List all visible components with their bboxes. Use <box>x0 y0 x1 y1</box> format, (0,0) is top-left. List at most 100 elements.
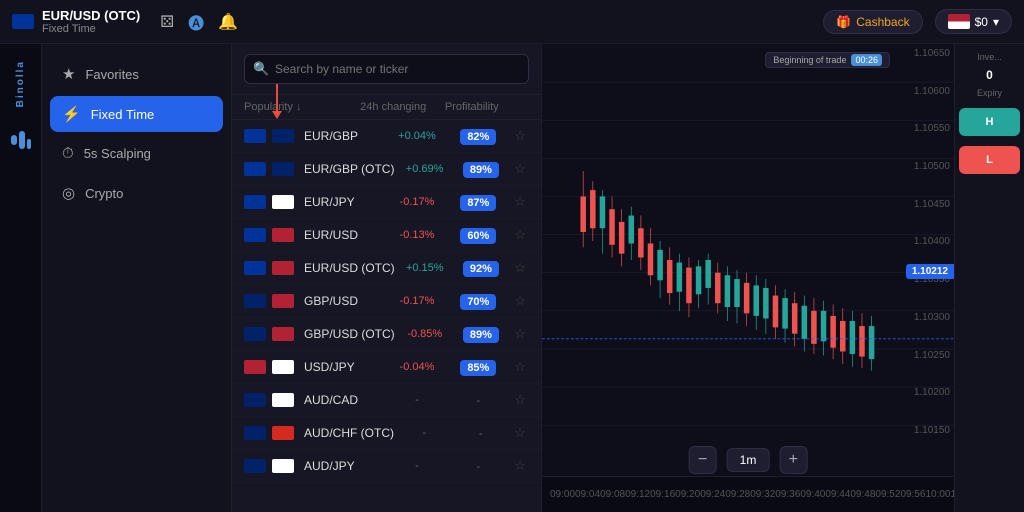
flag1-icon <box>244 327 266 341</box>
time-label-12: 09:44 <box>825 489 850 500</box>
zoom-out-button[interactable]: − <box>689 446 717 474</box>
asset-change: +0.04% <box>388 130 445 142</box>
pair-type: Fixed Time <box>42 23 140 35</box>
profit-badge: 89% <box>463 327 499 343</box>
topbar-left: EUR/USD (OTC) Fixed Time ⚄ 🅐 🔔 <box>12 8 238 35</box>
low-button[interactable]: L <box>959 146 1020 174</box>
price-label-2: 1.10600 <box>898 86 950 97</box>
price-label-11: 1.10150 <box>898 425 950 436</box>
price-scale: 1.10650 1.10600 1.10550 1.10500 1.10450 … <box>894 44 954 440</box>
scalping-icon: ⏱ <box>62 145 74 162</box>
balance-button[interactable]: $0 ▾ <box>935 9 1012 34</box>
profit-badge: 87% <box>460 195 496 211</box>
asset-profit: - <box>450 391 507 409</box>
favorite-star[interactable]: ☆ <box>511 227 529 243</box>
list-item[interactable]: EUR/USD (OTC) +0.15% 92% ☆ <box>232 252 541 285</box>
bell-icon[interactable]: 🔔 <box>218 12 238 32</box>
flag1-icon <box>244 261 266 275</box>
favorite-star[interactable]: ☆ <box>511 260 529 276</box>
sidebar-item-5s-scalping[interactable]: ⏱ 5s Scalping <box>50 136 223 171</box>
flag2-icon <box>272 228 294 242</box>
favorite-star[interactable]: ☆ <box>511 425 529 441</box>
sidebar-item-label: 5s Scalping <box>84 146 151 161</box>
asset-profit: 60% <box>450 226 507 244</box>
profit-badge: 60% <box>460 228 496 244</box>
bar-chart-icon[interactable]: ⚄ <box>160 12 174 32</box>
topbar-icons: ⚄ 🅐 🔔 <box>160 10 238 34</box>
main-area: Binolla ★ Favorites ⚡ Fixed Time ⏱ 5s Sc… <box>0 44 1024 512</box>
time-label-5: 09:16 <box>650 489 675 500</box>
asset-name: AUD/CHF (OTC) <box>304 426 394 440</box>
zoom-in-button[interactable]: + <box>779 446 807 474</box>
asset-name: EUR/JPY <box>304 195 384 209</box>
asset-change: - <box>388 394 445 406</box>
list-item[interactable]: GBP/USD -0.17% 70% ☆ <box>232 285 541 318</box>
invest-value: 0 <box>959 68 1020 82</box>
profit-dash: - <box>479 428 483 440</box>
flag1-icon <box>244 294 266 308</box>
asset-profit: 87% <box>450 193 507 211</box>
chart-canvas: 1.10650 1.10600 1.10550 1.10500 1.10450 … <box>542 44 954 476</box>
right-panel: Inve... 0 Expiry H L <box>954 44 1024 512</box>
price-label-5: 1.10450 <box>898 199 950 210</box>
price-label-6: 1.10400 <box>898 236 950 247</box>
list-item[interactable]: EUR/JPY -0.17% 87% ☆ <box>232 186 541 219</box>
time-label-14: 09:52 <box>875 489 900 500</box>
list-item[interactable]: USD/JPY -0.04% 85% ☆ <box>232 351 541 384</box>
profit-badge: 89% <box>463 162 499 178</box>
high-button[interactable]: H <box>959 108 1020 136</box>
topbar: EUR/USD (OTC) Fixed Time ⚄ 🅐 🔔 🎁 Cashbac… <box>0 0 1024 44</box>
price-label-9: 1.10250 <box>898 350 950 361</box>
flag1-icon <box>244 195 266 209</box>
asset-name: EUR/GBP (OTC) <box>304 162 394 176</box>
flag2-icon <box>272 162 294 176</box>
time-label-15: 09:56 <box>900 489 925 500</box>
asset-profit: - <box>455 424 508 442</box>
list-item[interactable]: EUR/GBP (OTC) +0.69% 89% ☆ <box>232 153 541 186</box>
profit-badge: 92% <box>463 261 499 277</box>
balance-flag <box>948 14 970 29</box>
time-label-13: 09:48 <box>850 489 875 500</box>
binolla-icon <box>8 127 34 153</box>
list-item[interactable]: GBP/USD (OTC) -0.85% 89% ☆ <box>232 318 541 351</box>
flag1-icon <box>244 129 266 143</box>
favorite-star[interactable]: ☆ <box>511 194 529 210</box>
plus-icon: + <box>789 451 798 469</box>
flag2-icon <box>272 294 294 308</box>
asset-profit: 70% <box>450 292 507 310</box>
list-item[interactable]: AUD/CAD - - ☆ <box>232 384 541 417</box>
profit-badge: 85% <box>460 360 496 376</box>
asset-name: AUD/JPY <box>304 459 384 473</box>
list-item[interactable]: EUR/GBP +0.04% 82% ☆ <box>232 120 541 153</box>
flag2-icon <box>272 129 294 143</box>
cashback-label: Cashback <box>856 15 909 29</box>
time-label-1: 09:00 <box>550 489 575 500</box>
favorite-star[interactable]: ☆ <box>511 161 529 177</box>
price-label-3: 1.10550 <box>898 123 950 134</box>
list-item[interactable]: EUR/USD -0.13% 60% ☆ <box>232 219 541 252</box>
favorite-star[interactable]: ☆ <box>511 458 529 474</box>
flag1-icon <box>244 426 266 440</box>
sidebar-item-crypto[interactable]: ◎ Crypto <box>50 175 223 211</box>
asset-profit: 89% <box>455 325 507 343</box>
favorite-star[interactable]: ☆ <box>511 326 529 342</box>
favorite-star[interactable]: ☆ <box>511 293 529 309</box>
cashback-button[interactable]: 🎁 Cashback <box>823 10 922 34</box>
invest-label: Inve... <box>959 52 1020 62</box>
price-label-4: 1.10500 <box>898 161 950 172</box>
favorite-star[interactable]: ☆ <box>511 128 529 144</box>
search-input[interactable] <box>244 54 529 84</box>
list-item[interactable]: AUD/JPY - - ☆ <box>232 450 541 483</box>
user-icon[interactable]: 🅐 <box>188 10 204 34</box>
expiry-label: Expiry <box>959 88 1020 98</box>
favorite-star[interactable]: ☆ <box>511 392 529 408</box>
timeframe-select[interactable]: 1m <box>727 448 770 472</box>
favorite-star[interactable]: ☆ <box>511 359 529 375</box>
flag2-icon <box>272 426 294 440</box>
list-item[interactable]: AUD/CHF (OTC) - - ☆ <box>232 417 541 450</box>
crypto-icon: ◎ <box>62 184 75 202</box>
flag1-icon <box>244 228 266 242</box>
topbar-right: 🎁 Cashback $0 ▾ <box>823 9 1012 34</box>
pair-flag <box>12 14 34 29</box>
time-label-11: 09:40 <box>800 489 825 500</box>
